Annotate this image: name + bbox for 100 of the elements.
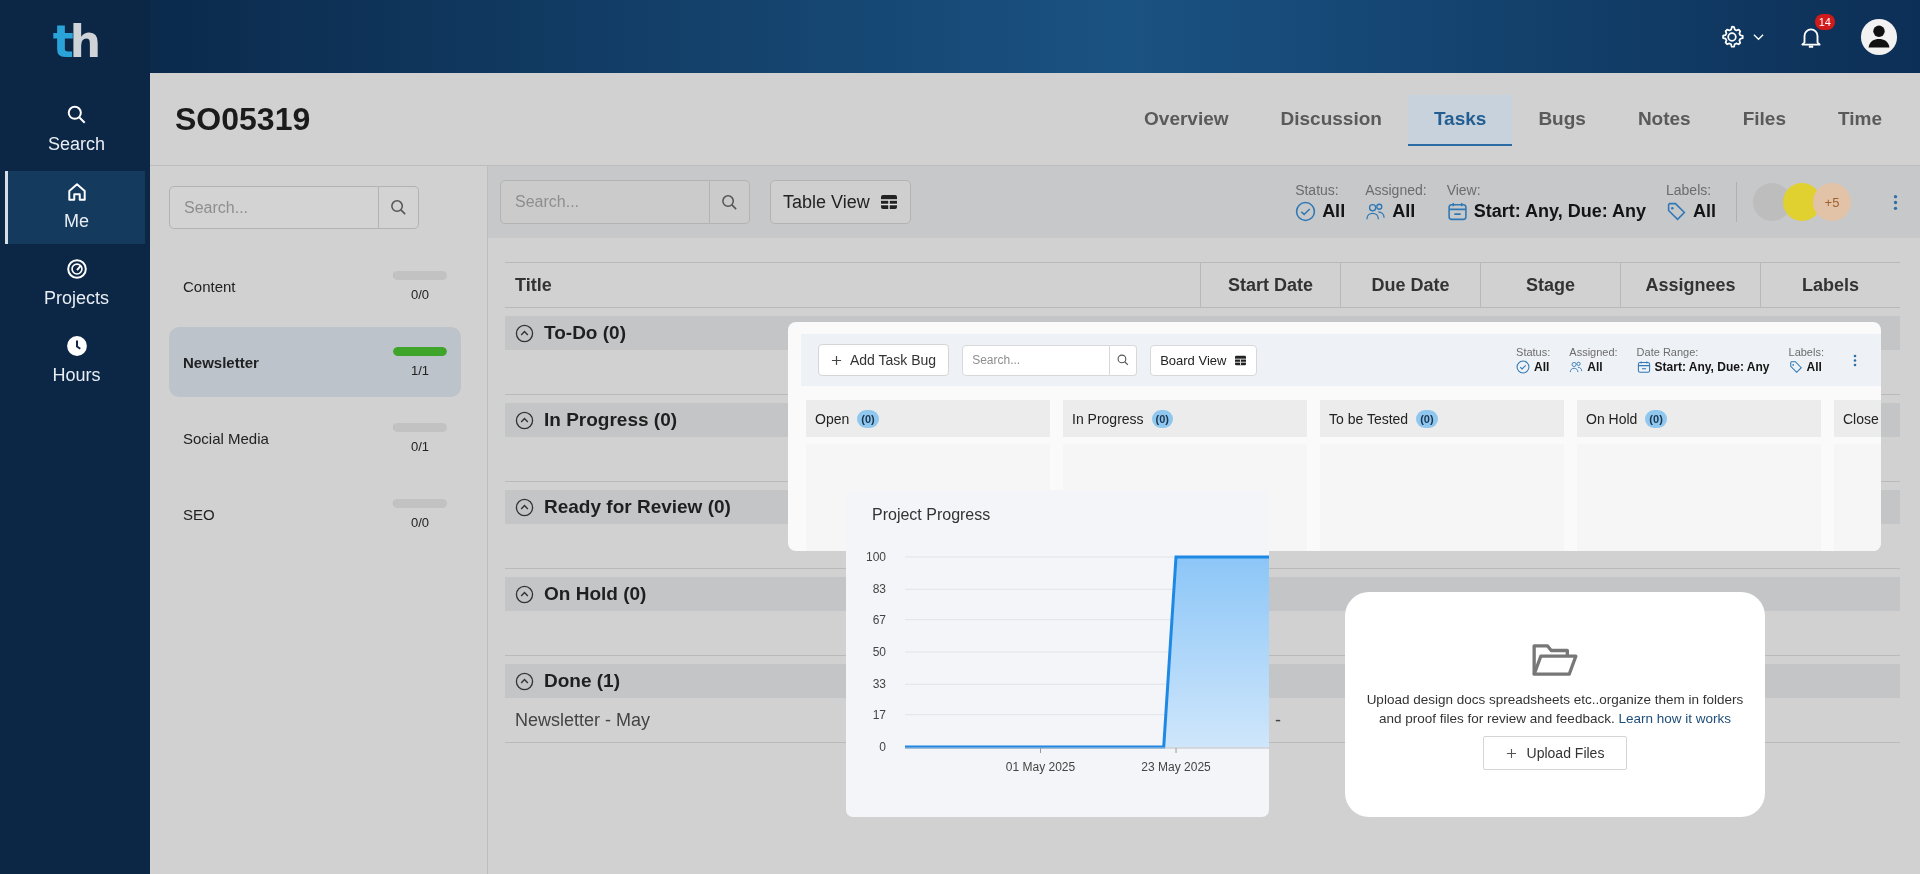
notification-badge: 14 [1814, 13, 1835, 30]
chevron-up-icon[interactable] [515, 584, 534, 604]
table-icon [879, 194, 898, 210]
filter-dropdown[interactable]: All [1788, 360, 1824, 374]
table-view-button[interactable]: Table View [770, 180, 911, 224]
count-badge: (0) [1645, 409, 1667, 428]
table-icon [1234, 354, 1248, 366]
progress-count: 1/1 [410, 362, 430, 378]
board-column-header[interactable]: Close [1834, 400, 1881, 437]
tag-icon [1666, 201, 1687, 222]
search-icon [720, 192, 739, 212]
gauge-icon [65, 258, 88, 280]
nav-item[interactable]: Hours [5, 325, 145, 398]
tab[interactable]: Files [1716, 95, 1812, 146]
board-column-header[interactable]: In Progress (0) [1063, 400, 1307, 437]
column-header: Start Date [1200, 263, 1340, 307]
search-button[interactable] [710, 180, 750, 224]
filter-label: Assigned: [1365, 182, 1427, 198]
board-column-header[interactable]: Open (0) [806, 400, 1050, 437]
check-circle-icon [1295, 201, 1317, 222]
progress-count: 0/0 [410, 286, 430, 302]
filter-dropdown[interactable]: All [1569, 360, 1618, 374]
chevron-up-icon[interactable] [515, 671, 534, 691]
search-icon [389, 198, 408, 217]
board-column-header[interactable]: On Hold (0) [1577, 400, 1821, 437]
list-name: Content [183, 277, 236, 295]
column-header: Labels [1760, 263, 1900, 307]
nav-item[interactable]: Search [5, 94, 145, 167]
more-options-icon[interactable] [1893, 193, 1898, 211]
board-view-button[interactable]: Board View [1150, 344, 1258, 376]
filter-dropdown[interactable]: All [1295, 201, 1346, 222]
logo[interactable]: th [52, 20, 98, 64]
x-tick-label: 23 May 2025 [1141, 760, 1211, 774]
check-circle-icon [1516, 360, 1531, 374]
filter-label: Labels: [1666, 182, 1713, 198]
count-badge: (0) [857, 409, 879, 428]
chevron-up-icon[interactable] [515, 497, 534, 517]
y-tick-label: 0 [879, 740, 886, 754]
list-item[interactable]: Content 0/0 [169, 251, 461, 321]
upload-description: Upload design docs spreadsheets etc..organize them in folders and proof files for review and feedback. Learn how it works [1365, 691, 1745, 728]
list-item[interactable]: Newsletter 1/1 [169, 327, 461, 397]
plus-icon [1505, 747, 1517, 759]
user-avatar-icon[interactable] [1860, 17, 1898, 56]
tab[interactable]: Bugs [1512, 95, 1612, 146]
filter-dropdown[interactable]: Start: Any, Due: Any [1446, 201, 1646, 222]
settings-icon[interactable] [1719, 23, 1745, 50]
list-item[interactable]: Social Media 0/1 [169, 403, 461, 473]
filter-label: Status: [1516, 346, 1551, 358]
calendar-icon [1446, 201, 1468, 222]
x-tick-label: 01 May 2025 [1005, 760, 1076, 774]
search-button[interactable] [379, 186, 419, 229]
y-tick-label: 67 [872, 612, 886, 627]
people-icon [1365, 201, 1387, 222]
filter-dropdown[interactable]: Start: Any, Due: Any [1636, 360, 1770, 374]
more-options-icon[interactable] [1853, 353, 1857, 367]
list-item[interactable]: SEO 0/0 [169, 479, 461, 549]
count-badge: (0) [1151, 409, 1174, 428]
column-header: Title [514, 273, 553, 297]
learn-more-link[interactable]: Learn how it works [1618, 711, 1731, 726]
search-icon [1116, 353, 1131, 367]
chevron-up-icon[interactable] [515, 410, 534, 430]
filter-dropdown[interactable]: All [1666, 201, 1716, 222]
y-tick-label: 33 [872, 677, 886, 692]
tab[interactable]: Time [1812, 95, 1908, 146]
table-cell-text: - [1274, 709, 1282, 731]
search-field[interactable]: Search... [169, 186, 379, 229]
nav-item[interactable]: Me [5, 171, 145, 244]
nav-item[interactable]: Projects [5, 248, 145, 321]
filter-dropdown[interactable]: All [1516, 360, 1551, 374]
y-tick-label: 50 [872, 645, 886, 659]
tab[interactable]: Discussion [1254, 95, 1408, 146]
filter-label: Assigned: [1569, 346, 1618, 358]
filter-label: Status: [1295, 182, 1340, 198]
chevron-up-icon[interactable] [515, 323, 534, 343]
clock-icon [65, 335, 88, 357]
plus-icon [831, 354, 842, 366]
list-name: Social Media [183, 429, 269, 447]
tab[interactable]: Overview [1118, 95, 1255, 146]
y-tick-label: 17 [872, 707, 886, 722]
chevron-down-icon[interactable] [1753, 32, 1764, 41]
board-column-header[interactable]: To be Tested (0) [1320, 400, 1564, 437]
column-header: Assignees [1620, 263, 1760, 307]
filter-dropdown[interactable]: All [1365, 201, 1427, 222]
tab[interactable]: Notes [1611, 95, 1717, 146]
tab[interactable]: Tasks [1407, 95, 1513, 146]
list-name: Newsletter [183, 353, 259, 371]
filter-label: Labels: [1788, 346, 1824, 358]
project-title: SO05319 [175, 100, 311, 138]
search-field[interactable]: Search... [500, 180, 710, 224]
add-task-bug-button[interactable]: Add Task Bug [818, 344, 950, 376]
search-field[interactable]: Search... [962, 344, 1111, 376]
filter-label: Date Range: [1636, 346, 1700, 358]
progress-count: 0/1 [410, 438, 430, 454]
search-button[interactable] [1110, 344, 1138, 376]
column-header: Due Date [1340, 263, 1480, 307]
home-icon [65, 181, 88, 203]
filter-label: View: [1446, 182, 1482, 198]
progress-bar [393, 346, 447, 356]
upload-files-button[interactable]: Upload Files [1482, 736, 1628, 770]
calendar-icon [1636, 360, 1651, 374]
